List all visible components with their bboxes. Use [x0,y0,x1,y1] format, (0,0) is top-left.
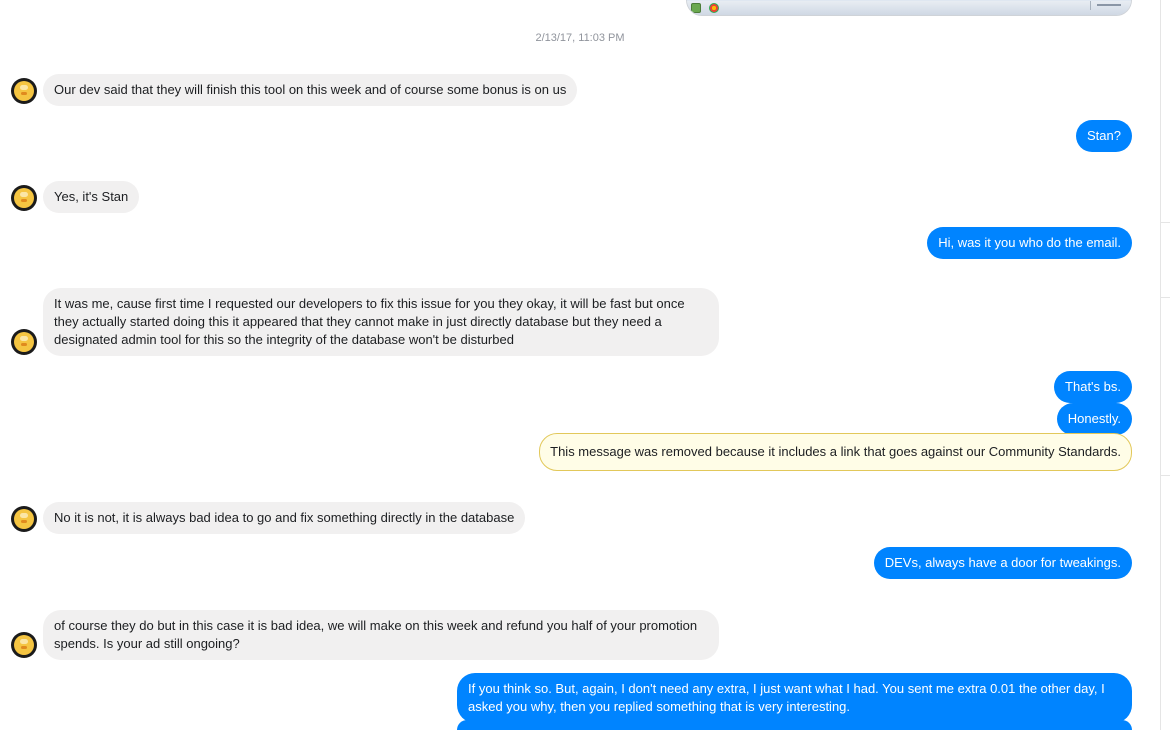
message-bubble-outgoing-cutoff [457,720,1132,730]
explorer-icon [691,3,701,13]
removed-message-notice: This message was removed because it incl… [539,433,1132,471]
duck-avatar-icon[interactable] [11,78,37,104]
duck-avatar-icon[interactable] [11,632,37,658]
message-bubble-outgoing: If you think so. But, again, I don't nee… [457,673,1132,723]
system-tray-icon [1090,1,1125,10]
side-panel-divider [1161,297,1170,298]
message-bubble-incoming: Yes, it's Stan [43,181,140,213]
message-bubble-outgoing: Hi, was it you who do the email. [927,227,1132,259]
message-bubble-outgoing: DEVs, always have a door for tweakings. [873,547,1132,579]
message-bubble-incoming: of course they do but in this case it is… [43,610,719,660]
message-bubble-outgoing: Honestly. [1056,403,1132,435]
panel-divider [1160,0,1161,730]
duck-avatar-icon[interactable] [11,506,37,532]
duck-avatar-icon[interactable] [11,185,37,211]
side-panel-divider [1161,222,1170,223]
message-bubble-outgoing: Stan? [1076,120,1132,152]
conversation-thread: 2/13/17, 11:03 PM Our dev said that they… [0,0,1170,730]
image-taskbar [687,1,1131,15]
duck-avatar-icon[interactable] [11,329,37,355]
side-panel-divider [1161,475,1170,476]
message-bubble-incoming: Our dev said that they will finish this … [43,74,578,106]
message-bubble-outgoing: That's bs. [1054,371,1132,403]
timestamp: 2/13/17, 11:03 PM [535,32,625,44]
message-bubble-incoming: It was me, cause first time I requested … [43,288,719,356]
chrome-icon [709,3,719,13]
message-bubble-incoming: No it is not, it is always bad idea to g… [43,502,526,534]
shared-screenshot-image[interactable] [686,0,1132,16]
